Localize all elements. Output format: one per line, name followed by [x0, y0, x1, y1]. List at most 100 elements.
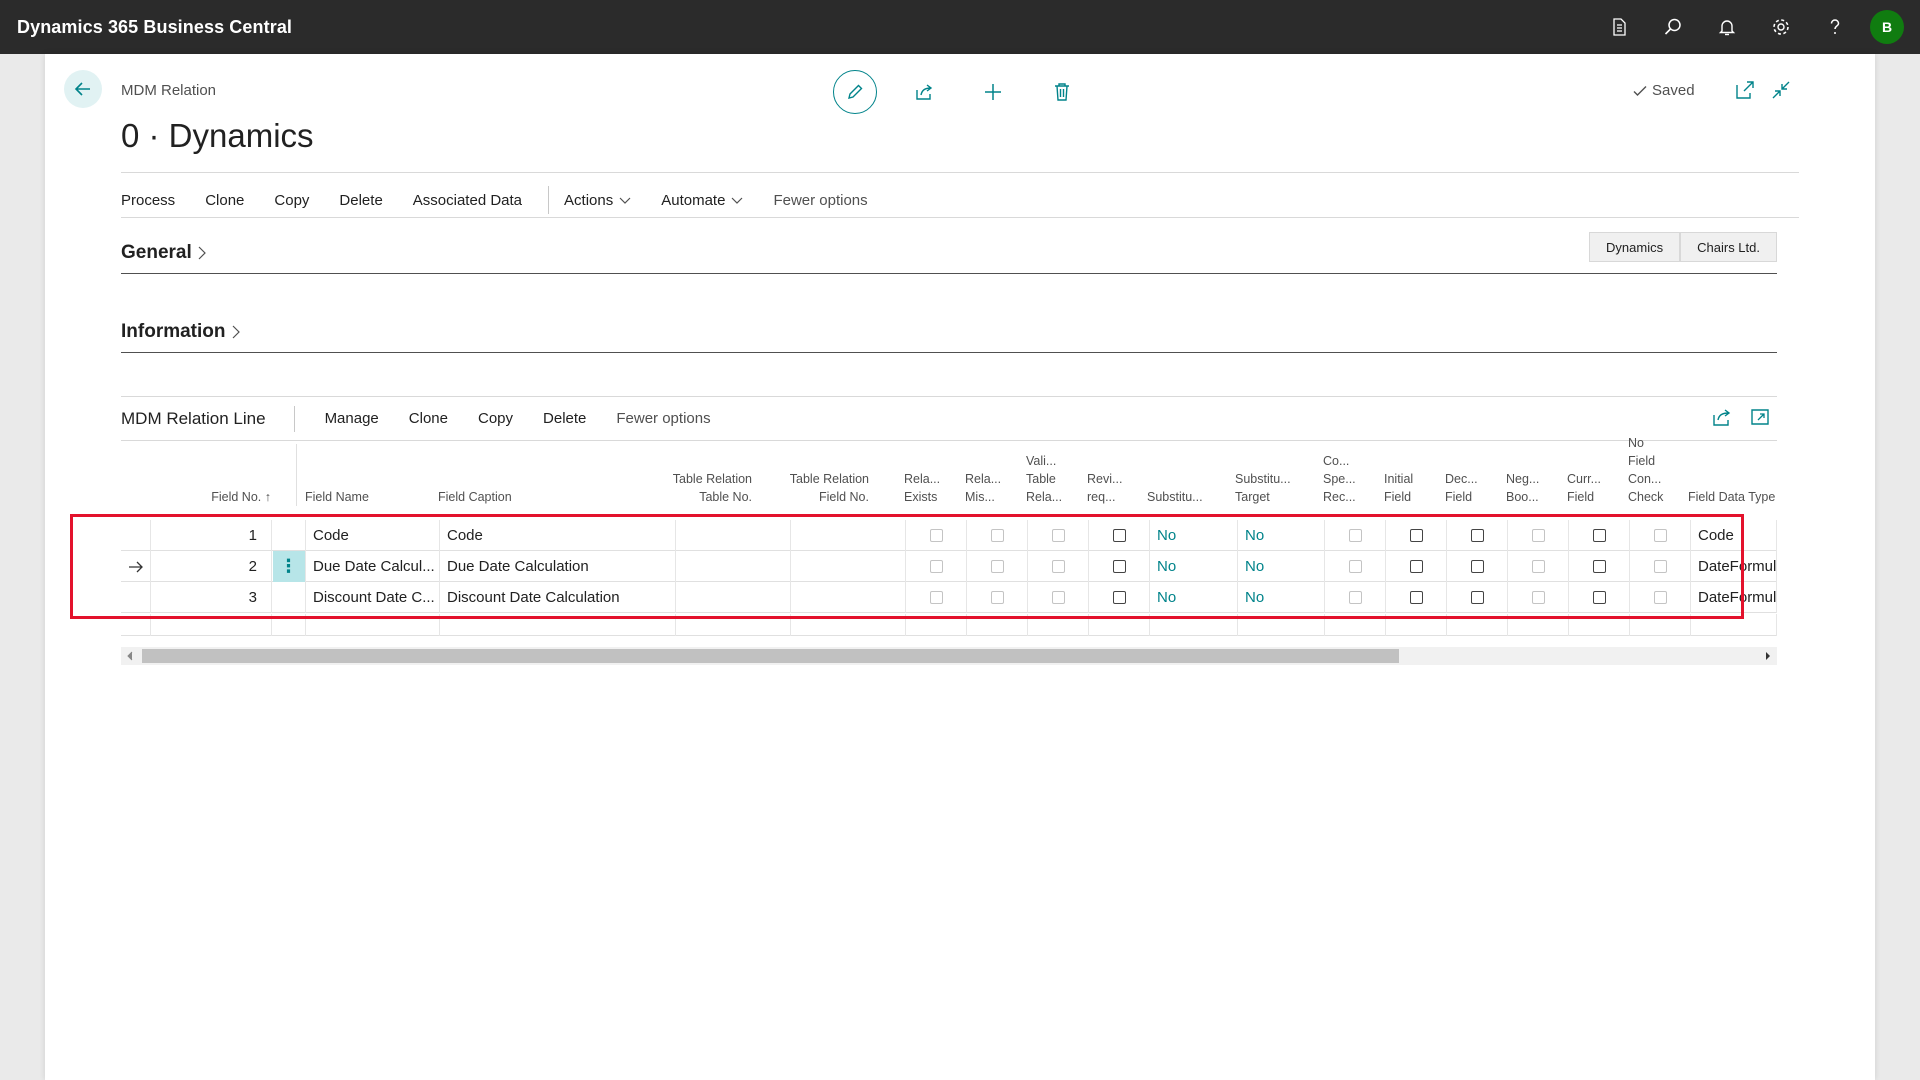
company-chairs[interactable]: Chairs Ltd.: [1680, 232, 1777, 262]
lines-fewer-options[interactable]: Fewer options: [616, 410, 710, 427]
header-line: Field: [1567, 490, 1595, 504]
col-field-no-label: Field No.: [211, 490, 262, 504]
horizontal-scrollbar[interactable]: [121, 647, 1777, 665]
header-actions: [833, 70, 1084, 114]
new-button[interactable]: [971, 70, 1015, 114]
divider: [121, 217, 1799, 218]
menu-automate[interactable]: Automate: [661, 192, 743, 209]
share-icon: [916, 84, 933, 100]
col-curr-field[interactable]: Curr... Field: [1567, 444, 1622, 506]
section-information-title: Information: [121, 321, 226, 342]
col-field-no[interactable]: Field No. ↑: [151, 444, 271, 506]
company-switcher: Dynamics Chairs Ltd.: [1589, 232, 1777, 262]
chevron-right-icon: [232, 325, 240, 339]
col-field-name[interactable]: Field Name: [303, 444, 433, 506]
col-field-name-label: Field Name: [305, 490, 369, 504]
page-title: 0 · Dynamics: [121, 117, 314, 154]
col-initial-field[interactable]: Initial Field: [1384, 444, 1439, 506]
share-icon[interactable]: [1711, 406, 1733, 428]
saved-status: Saved: [1632, 82, 1695, 99]
header-line: Co...: [1323, 454, 1350, 468]
page-caption: MDM Relation: [121, 82, 217, 99]
col-neg-boo[interactable]: Neg... Boo...: [1506, 444, 1561, 506]
help-icon[interactable]: [1808, 0, 1862, 54]
action-bar: Process Clone Copy Delete Associated Dat…: [121, 185, 898, 215]
header-line: Vali...: [1026, 454, 1057, 468]
lines-delete[interactable]: Delete: [543, 410, 586, 427]
section-general-header[interactable]: General: [121, 242, 1777, 264]
header-line: Check: [1628, 490, 1664, 504]
col-substitute[interactable]: Substitu...: [1147, 444, 1227, 506]
col-table-relation-field-no[interactable]: Table Relation Field No.: [761, 444, 869, 506]
col-substitute-target[interactable]: Substitu... Target: [1235, 444, 1315, 506]
divider: [293, 405, 295, 432]
col-validate-table-relation[interactable]: Vali... Table Rela...: [1026, 444, 1081, 506]
divider: [296, 444, 297, 506]
header-line: Boo...: [1506, 490, 1539, 504]
action-process[interactable]: Process: [121, 192, 175, 209]
expand-icon[interactable]: [1749, 406, 1771, 428]
menu-actions[interactable]: Actions: [564, 192, 631, 209]
collapse-icon[interactable]: [1769, 78, 1793, 102]
header-line: Dec...: [1445, 472, 1478, 486]
lines-title[interactable]: MDM Relation Line: [121, 409, 266, 429]
header-line: Rela...: [965, 472, 1002, 486]
company-dynamics[interactable]: Dynamics: [1589, 232, 1681, 262]
arrow-left-icon: [74, 82, 90, 96]
col-review-required[interactable]: Revi... req...: [1087, 444, 1142, 506]
section-information-header[interactable]: Information: [121, 321, 1777, 343]
header-line: Rec...: [1323, 490, 1356, 504]
col-co-spe-rec[interactable]: Co... Spe... Rec...: [1323, 444, 1378, 506]
col-field-caption[interactable]: Field Caption: [438, 444, 668, 506]
open-new-window-icon[interactable]: [1733, 78, 1757, 102]
search-icon[interactable]: [1646, 0, 1700, 54]
col-table-relation-table-no[interactable]: Table Relation Table No.: [669, 444, 752, 506]
action-copy[interactable]: Copy: [274, 192, 309, 209]
header-line: Spe...: [1323, 472, 1356, 486]
lines-manage[interactable]: Manage: [325, 410, 379, 427]
lines-copy[interactable]: Copy: [478, 410, 513, 427]
saved-label: Saved: [1652, 82, 1695, 99]
action-delete[interactable]: Delete: [339, 192, 382, 209]
col-dec-field[interactable]: Dec... Field: [1445, 444, 1500, 506]
header-line: Mis...: [965, 490, 995, 504]
header-line: Con...: [1628, 472, 1662, 486]
pencil-icon: [848, 84, 863, 99]
checkmark-icon: [1633, 85, 1647, 96]
delete-button[interactable]: [1040, 70, 1084, 114]
gear-icon[interactable]: [1754, 0, 1808, 54]
bell-icon[interactable]: [1700, 0, 1754, 54]
lines-action-bar: MDM Relation Line Manage Clone Copy Dele…: [121, 396, 1777, 441]
header-line: Field No.: [818, 490, 869, 504]
document-icon[interactable]: [1592, 0, 1646, 54]
col-field-caption-label: Field Caption: [438, 490, 512, 504]
action-clone[interactable]: Clone: [205, 192, 244, 209]
header-line: Rela...: [1026, 490, 1063, 504]
edit-button[interactable]: [833, 70, 877, 114]
header-line: req...: [1087, 490, 1116, 504]
app-bar: Dynamics 365 Business Central B: [0, 0, 1920, 54]
divider: [121, 352, 1777, 353]
app-title[interactable]: Dynamics 365 Business Central: [17, 17, 292, 38]
col-relation-mis[interactable]: Rela... Mis...: [965, 444, 1020, 506]
plus-icon: [985, 84, 1001, 100]
avatar[interactable]: B: [1870, 10, 1904, 44]
chevron-down-icon: [619, 197, 631, 204]
divider: [121, 273, 1777, 274]
header-line: Table Relation: [672, 472, 752, 486]
section-information: Information: [121, 321, 1777, 353]
section-general-title: General: [121, 242, 192, 263]
fewer-options[interactable]: Fewer options: [773, 192, 867, 209]
chevron-down-icon: [732, 197, 743, 204]
header-line: Substitu...: [1235, 472, 1291, 486]
col-field-data-type[interactable]: Field Data Type: [1688, 444, 1783, 506]
lines-clone[interactable]: Clone: [409, 410, 448, 427]
back-button[interactable]: [64, 70, 102, 108]
header-line: Field: [1445, 490, 1473, 504]
header-line: Rela...: [904, 472, 941, 486]
col-relation-exists[interactable]: Rela... Exists: [904, 444, 959, 506]
action-associated-data[interactable]: Associated Data: [413, 192, 522, 209]
col-no-field-con-check[interactable]: No Field Con... Check: [1628, 426, 1683, 506]
scrollbar-thumb[interactable]: [142, 649, 1399, 663]
share-button[interactable]: [902, 70, 946, 114]
